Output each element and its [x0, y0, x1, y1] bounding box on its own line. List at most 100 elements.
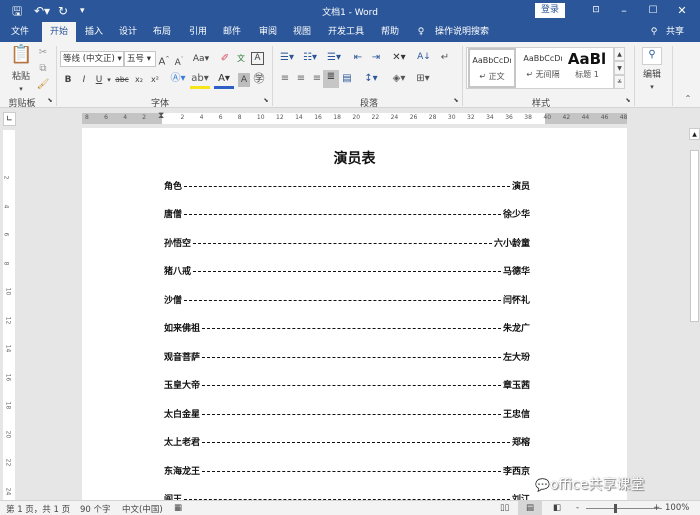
styles-more-icon[interactable]: ≚	[614, 75, 625, 89]
actor-name: 章玉茜	[502, 381, 530, 391]
character-border-icon[interactable]: A	[251, 52, 264, 65]
enclose-characters-icon[interactable]: ㊫	[252, 72, 266, 86]
cut-icon[interactable]: ✂	[36, 46, 50, 60]
decrease-indent-icon[interactable]: ⇤	[350, 51, 366, 65]
justify-icon[interactable]: ≣	[323, 70, 339, 88]
phonetic-guide-icon[interactable]: 文	[234, 52, 248, 66]
paste-icon[interactable]: 📋	[10, 46, 32, 70]
styles-scroll-down-icon[interactable]: ▼	[614, 61, 625, 75]
highlight-color-icon[interactable]: ab▾	[190, 72, 210, 89]
print-layout-icon[interactable]: ▤	[518, 501, 542, 515]
tab-layout[interactable]: 布局	[146, 22, 178, 42]
increase-indent-icon[interactable]: ⇥	[368, 51, 384, 65]
italic-button[interactable]: I	[78, 73, 90, 87]
ruler-tick: 12	[276, 114, 284, 121]
grow-font-button[interactable]: A^	[158, 52, 170, 69]
paragraph-launcher-icon[interactable]: ⬊	[452, 94, 460, 108]
style-heading-1[interactable]: AaBl 标题 1	[567, 48, 607, 88]
styles-launcher-icon[interactable]: ⬊	[624, 94, 632, 108]
ruler-tick: 6	[104, 114, 108, 121]
ruler-tick: 22	[4, 458, 12, 467]
login-button[interactable]: 登录	[535, 3, 565, 18]
tab-help[interactable]: 帮助	[374, 22, 406, 42]
clipboard-launcher-icon[interactable]: ⬊	[46, 94, 54, 108]
document-page[interactable]: 演员表 角色 演员 唐僧 徐少华 孙悟空 六小龄童 猪八戒 马德华 沙僧 闫怀礼 如来佛祖 朱龙广 观音…	[82, 128, 627, 505]
font-launcher-icon[interactable]: ⬊	[262, 94, 270, 108]
tab-mailings[interactable]: 邮件	[216, 22, 248, 42]
zoom-out-button[interactable]: -	[576, 503, 579, 513]
actor-name: 六小龄童	[493, 238, 530, 249]
word-count[interactable]: 90 个字	[80, 503, 111, 515]
styles-scroll-up-icon[interactable]: ▲	[614, 47, 625, 61]
format-painter-icon[interactable]: 🖌	[36, 78, 50, 92]
character-shading-icon[interactable]: A	[238, 73, 250, 87]
tab-references[interactable]: 引用	[182, 22, 214, 42]
web-layout-icon[interactable]: ◧	[553, 503, 561, 513]
indent-marker-icon[interactable]: ⧗	[158, 111, 164, 121]
underline-dropdown-icon[interactable]: ▾	[105, 73, 113, 87]
actor-name: 王忠信	[502, 409, 530, 420]
macro-icon[interactable]: ▦	[174, 503, 182, 513]
font-name-select[interactable]: 等线 (中文正) ▾	[60, 51, 124, 67]
underline-button[interactable]: U	[93, 73, 105, 87]
distributed-icon[interactable]: ▤	[340, 72, 354, 86]
tab-design[interactable]: 设计	[112, 22, 144, 42]
minimize-icon[interactable]: –	[614, 3, 634, 18]
asian-layout-icon[interactable]: ✕▾	[388, 51, 410, 65]
tab-view[interactable]: 视图	[286, 22, 318, 42]
read-mode-icon[interactable]: ▯▯	[500, 503, 509, 513]
align-right-icon[interactable]: ≡	[310, 72, 324, 86]
tab-home[interactable]: 开始	[42, 22, 76, 42]
role-name: 唐僧	[164, 210, 183, 220]
strikethrough-button[interactable]: abc	[114, 73, 130, 87]
tab-review[interactable]: 审阅	[252, 22, 284, 42]
share-button[interactable]: 共享	[662, 22, 688, 42]
bold-button[interactable]: B	[62, 73, 74, 87]
shrink-font-button[interactable]: Aˇ	[173, 53, 185, 70]
tab-selector-icon[interactable]: ∟	[3, 112, 16, 126]
change-case-button[interactable]: Aa▾	[190, 52, 212, 66]
show-marks-icon[interactable]: ↵	[438, 51, 452, 65]
find-icon[interactable]: ⚲	[642, 47, 662, 65]
subscript-button[interactable]: x₂	[132, 73, 146, 87]
person-icon: ⚲	[650, 27, 658, 37]
multilevel-list-icon[interactable]: ☰▾	[324, 51, 344, 65]
vertical-ruler[interactable]: 2 4 6 8 10 12 14 16 18 20 22 24	[2, 130, 15, 500]
line-spacing-icon[interactable]: ↕▾	[360, 72, 382, 86]
zoom-level[interactable]: 100%	[665, 503, 689, 513]
text-effects-icon[interactable]: Ⓐ▾	[168, 72, 188, 86]
tell-me-search[interactable]: 操作说明搜索	[432, 22, 492, 42]
ribbon-display-options-icon[interactable]: ⊡	[586, 3, 606, 18]
zoom-in-button[interactable]: +	[653, 503, 660, 513]
scroll-up-icon[interactable]: ▲	[689, 128, 700, 140]
editing-dropdown-icon[interactable]: ▾	[646, 80, 658, 94]
tab-insert[interactable]: 插入	[78, 22, 110, 42]
bullets-icon[interactable]: ☰▾	[277, 51, 297, 65]
numbering-icon[interactable]: ☷▾	[300, 51, 320, 65]
align-center-icon[interactable]: ≡	[294, 72, 308, 86]
superscript-button[interactable]: x²	[148, 73, 162, 87]
zoom-slider[interactable]	[586, 508, 662, 509]
font-color-icon[interactable]: A▾	[214, 72, 234, 89]
paste-dropdown-icon[interactable]: ▾	[15, 82, 27, 96]
sort-icon[interactable]: A↓	[416, 50, 432, 64]
zoom-slider-thumb[interactable]	[614, 504, 617, 513]
font-size-select[interactable]: 五号 ▾	[124, 51, 156, 67]
tab-developer[interactable]: 开发工具	[324, 22, 368, 42]
align-left-icon[interactable]: ≡	[278, 72, 292, 86]
clear-formatting-icon[interactable]: ✐	[218, 52, 232, 66]
maximize-icon[interactable]: ☐	[643, 3, 663, 18]
style-no-spacing[interactable]: AaBbCcDı ↵ 无间隔	[519, 48, 567, 88]
page-count[interactable]: 第 1 页，共 1 页	[6, 503, 70, 515]
copy-icon[interactable]: ⧉	[36, 62, 50, 76]
style-normal[interactable]: AaBbCcDı ↵ 正文	[468, 48, 516, 88]
collapse-ribbon-icon[interactable]: ⌃	[682, 92, 694, 106]
vertical-scrollbar[interactable]: ▲	[688, 128, 700, 500]
tab-file[interactable]: 文件	[4, 22, 36, 42]
ruler-tick: 26	[409, 114, 418, 121]
shading-icon[interactable]: ◈▾	[388, 72, 410, 86]
borders-icon[interactable]: ⊞▾	[412, 72, 434, 86]
language-status[interactable]: 中文(中国)	[122, 503, 163, 515]
scrollbar-thumb[interactable]	[690, 150, 699, 322]
close-icon[interactable]: ✕	[672, 3, 692, 18]
